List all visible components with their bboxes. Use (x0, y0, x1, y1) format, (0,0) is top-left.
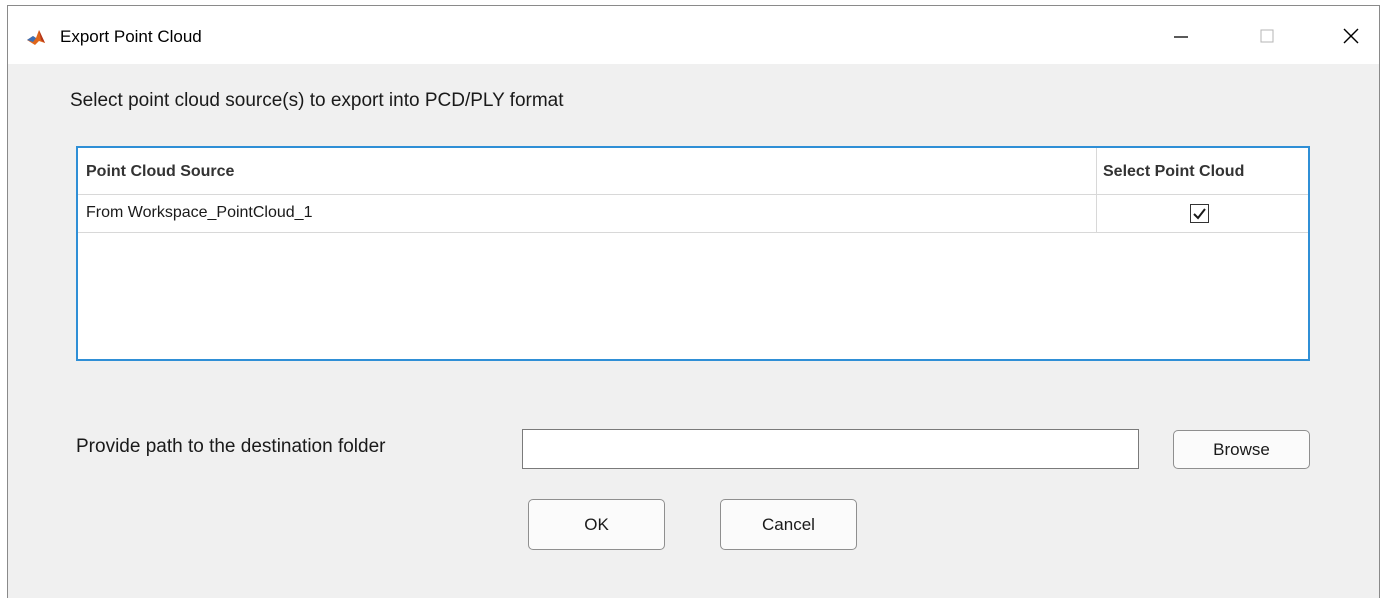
matlab-logo-icon (26, 27, 46, 47)
close-button[interactable] (1328, 16, 1374, 56)
close-icon (1343, 28, 1359, 44)
column-header-source[interactable]: Point Cloud Source (86, 163, 234, 181)
cancel-button[interactable]: Cancel (720, 499, 857, 550)
export-point-cloud-dialog: Export Point Cloud Select point cloud so… (7, 5, 1380, 598)
window-title: Export Point Cloud (60, 27, 202, 46)
table-row[interactable]: From Workspace_PointCloud_1 (78, 194, 1308, 233)
title-bar[interactable]: Export Point Cloud (8, 6, 1379, 64)
point-cloud-source-cell: From Workspace_PointCloud_1 (86, 204, 313, 221)
destination-folder-input[interactable] (522, 429, 1139, 469)
maximize-icon (1260, 29, 1274, 43)
select-point-cloud-checkbox[interactable] (1190, 204, 1209, 223)
ok-button[interactable]: OK (528, 499, 665, 550)
checkmark-icon (1193, 208, 1206, 220)
minimize-icon (1174, 36, 1188, 38)
column-divider (1096, 148, 1097, 232)
maximize-button[interactable] (1244, 16, 1290, 56)
browse-button[interactable]: Browse (1173, 430, 1310, 469)
column-header-select[interactable]: Select Point Cloud (1103, 163, 1244, 181)
minimize-button[interactable] (1158, 16, 1204, 56)
destination-folder-label: Provide path to the destination folder (76, 436, 386, 457)
instruction-text: Select point cloud source(s) to export i… (70, 90, 564, 111)
table-header-row: Point Cloud Source Select Point Cloud (78, 148, 1308, 195)
point-cloud-source-table[interactable]: Point Cloud Source Select Point Cloud Fr… (76, 146, 1310, 361)
